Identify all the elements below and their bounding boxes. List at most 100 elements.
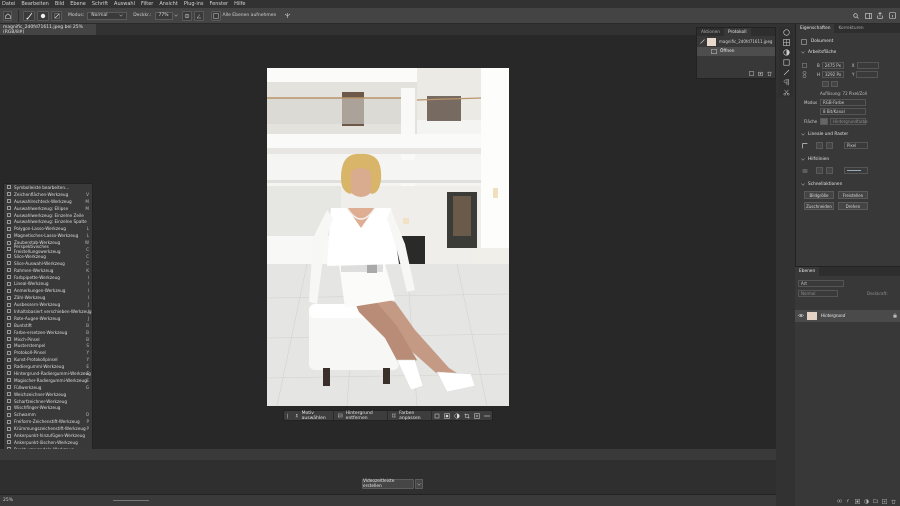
guides-icon[interactable] xyxy=(802,168,808,174)
tool-menu-item[interactable]: Rote-Augen-Werkzeug J xyxy=(4,315,92,322)
document-image[interactable] xyxy=(267,68,509,406)
lock-guides-toggle[interactable] xyxy=(826,167,833,174)
tool-menu-item[interactable]: Symbolleiste bearbeiten... xyxy=(4,184,92,191)
menu-filter[interactable]: Filter xyxy=(141,1,153,7)
tool-menu-item[interactable]: Auswahlwerkzeug: Einzelne Spalte xyxy=(4,218,92,225)
pressure-opacity-button[interactable] xyxy=(181,10,192,21)
fill-select[interactable]: Hintergrundfarbe xyxy=(830,118,868,125)
tool-menu-item[interactable]: Rahmen-Werkzeug K xyxy=(4,267,92,274)
brush-settings-button[interactable] xyxy=(51,10,62,21)
bit-depth-select[interactable]: 8 Bit/Kanal xyxy=(820,108,866,115)
tool-menu-item[interactable]: Protokoll-Pinsel Y xyxy=(4,349,92,356)
tool-menu-item[interactable]: Slice-Auswahl-Werkzeug C xyxy=(4,260,92,267)
tool-menu-item[interactable]: Perspektivisches Freistellungswerkzeug C xyxy=(4,244,92,254)
menu-file[interactable]: Datei xyxy=(2,1,15,7)
learn-button[interactable] xyxy=(886,10,898,22)
layer-new-button[interactable] xyxy=(472,411,482,420)
guides-section-header[interactable]: Hilfslinien xyxy=(796,156,829,163)
tool-menu-item[interactable]: Wischfinger-Werkzeug xyxy=(4,405,92,412)
trim-button[interactable]: Zuschneiden xyxy=(804,202,834,210)
smart-guides-toggle[interactable] xyxy=(816,167,823,174)
layer-filter-input[interactable]: Art xyxy=(798,280,844,287)
adjustment-layer-icon[interactable] xyxy=(864,498,869,504)
zoom-level[interactable]: 25% xyxy=(3,498,13,503)
menu-window[interactable]: Fenster xyxy=(210,1,229,7)
guide-color-select[interactable] xyxy=(844,167,868,174)
layer-mask-icon[interactable] xyxy=(855,498,860,504)
folder-icon[interactable] xyxy=(873,499,878,503)
tool-menu-item[interactable]: Auswahlrechteck-Werkzeug M xyxy=(4,198,92,205)
transform-button[interactable] xyxy=(432,411,442,420)
timeline-zoom-slider[interactable] xyxy=(113,500,150,501)
menu-type[interactable]: Schrift xyxy=(92,1,108,7)
ruler-unit-select[interactable]: Pixel xyxy=(844,142,868,149)
brush-tool-preset-button[interactable] xyxy=(23,10,35,21)
tool-menu-item[interactable]: Lineal-Werkzeug I xyxy=(4,280,92,287)
mask-button[interactable] xyxy=(442,411,452,420)
fill-swatch[interactable] xyxy=(820,118,828,125)
workspace-button[interactable] xyxy=(862,10,874,22)
trash-icon[interactable] xyxy=(767,71,772,76)
sample-all-layers-toggle[interactable] xyxy=(210,10,221,21)
grid-toggle[interactable] xyxy=(816,142,823,149)
remove-background-button[interactable]: Hintergrund entfernen xyxy=(334,411,388,421)
adjustments-panel-toggle[interactable] xyxy=(779,47,793,57)
tool-menu-item[interactable]: Polygon-Lasso-Werkzeug L xyxy=(4,225,92,232)
tool-menu-item[interactable]: Freiform-Zeichenstift-Werkzeug P xyxy=(4,418,92,425)
tool-menu-item[interactable]: Slice-Werkzeug C xyxy=(4,253,92,260)
tool-menu-item[interactable]: Ausbessern-Werkzeug J xyxy=(4,301,92,308)
character-panel-toggle[interactable] xyxy=(779,77,793,87)
history-snapshot-row[interactable]: magnific_2d0fd71611.jpeg xyxy=(697,36,775,47)
opacity-field[interactable]: 77% xyxy=(154,11,173,20)
blend-mode-select[interactable]: Normal xyxy=(798,290,838,297)
timeline-type-dropdown[interactable] xyxy=(415,479,423,489)
tool-menu-item[interactable]: Ankerpunkt-hinzufügen-Werkzeug xyxy=(4,432,92,439)
quick-actions-section-header[interactable]: Schnellaktionen xyxy=(796,181,842,188)
menu-edit[interactable]: Bearbeiten xyxy=(21,1,48,7)
paths-panel-toggle[interactable] xyxy=(779,67,793,77)
symmetry-button[interactable] xyxy=(282,11,292,21)
tool-menu-item[interactable]: Buntstift B xyxy=(4,322,92,329)
mode-select[interactable]: Normal xyxy=(87,11,128,20)
rotate-button[interactable]: Drehen xyxy=(838,202,868,210)
create-video-timeline-button[interactable]: Videozeitleiste erstellen xyxy=(362,479,414,489)
tool-menu-item[interactable]: Auswahlwerkzeug: Einzelne Zeile xyxy=(4,212,92,219)
new-document-from-state-icon[interactable] xyxy=(749,71,754,76)
image-size-button[interactable]: Bildgröße xyxy=(804,191,834,199)
new-layer-icon[interactable] xyxy=(882,498,887,504)
pixel-grid-toggle[interactable] xyxy=(826,142,833,149)
tool-menu-item[interactable]: Ankerpunkt-löschen-Werkzeug xyxy=(4,439,92,446)
tool-menu-item[interactable]: Weichzeichner-Werkzeug xyxy=(4,391,92,398)
rulers-section-header[interactable]: Lineale und Raster xyxy=(796,131,848,138)
eye-icon[interactable] xyxy=(798,313,804,318)
tool-menu-item[interactable]: Hintergrund-Radiergummi-Werkzeug E xyxy=(4,370,92,377)
mode-select[interactable]: RGB-Farbe xyxy=(820,99,866,106)
tab-layers[interactable]: Ebenen xyxy=(795,267,820,276)
home-button[interactable] xyxy=(3,10,12,21)
menu-image[interactable]: Bild xyxy=(55,1,64,7)
libraries-panel-toggle[interactable] xyxy=(779,57,793,67)
swatches-panel-toggle[interactable] xyxy=(779,37,793,47)
adjustment-button[interactable] xyxy=(452,411,462,420)
x-field[interactable] xyxy=(856,62,879,69)
tool-menu-item[interactable]: Musterstempel S xyxy=(4,342,92,349)
tab-history[interactable]: Protokoll xyxy=(724,28,751,36)
share-button[interactable] xyxy=(874,10,886,22)
tab-properties[interactable]: Eigenschaften xyxy=(796,24,835,33)
tool-menu-item[interactable]: Auswahlwerkzeug: Ellipse M xyxy=(4,205,92,212)
tool-menu-item[interactable]: Zähl-Werkzeug I xyxy=(4,294,92,301)
brush-size-picker[interactable] xyxy=(37,10,49,21)
tool-menu-item[interactable]: Anmerkungen-Werkzeug I xyxy=(4,287,92,294)
document-tab[interactable]: magnific_2d0fd71611.jpeg bei 25% (RGB/8#… xyxy=(0,24,96,35)
task-bar-handle[interactable] xyxy=(284,411,291,420)
camera-icon[interactable] xyxy=(758,71,763,76)
tool-menu-item[interactable]: Farbe-ersetzen-Werkzeug B xyxy=(4,329,92,336)
tab-actions[interactable]: Aktionen xyxy=(697,28,724,36)
y-field[interactable] xyxy=(856,71,879,78)
tool-menu-item[interactable]: Farbpipette-Werkzeug I xyxy=(4,274,92,281)
width-field[interactable]: 2475 Px xyxy=(821,62,844,69)
tools-panel-toggle[interactable] xyxy=(779,87,793,97)
tool-menu-item[interactable]: Kunst-Protokollpinsel Y xyxy=(4,356,92,363)
angle-button[interactable] xyxy=(193,10,204,21)
crop-button[interactable] xyxy=(462,411,472,420)
